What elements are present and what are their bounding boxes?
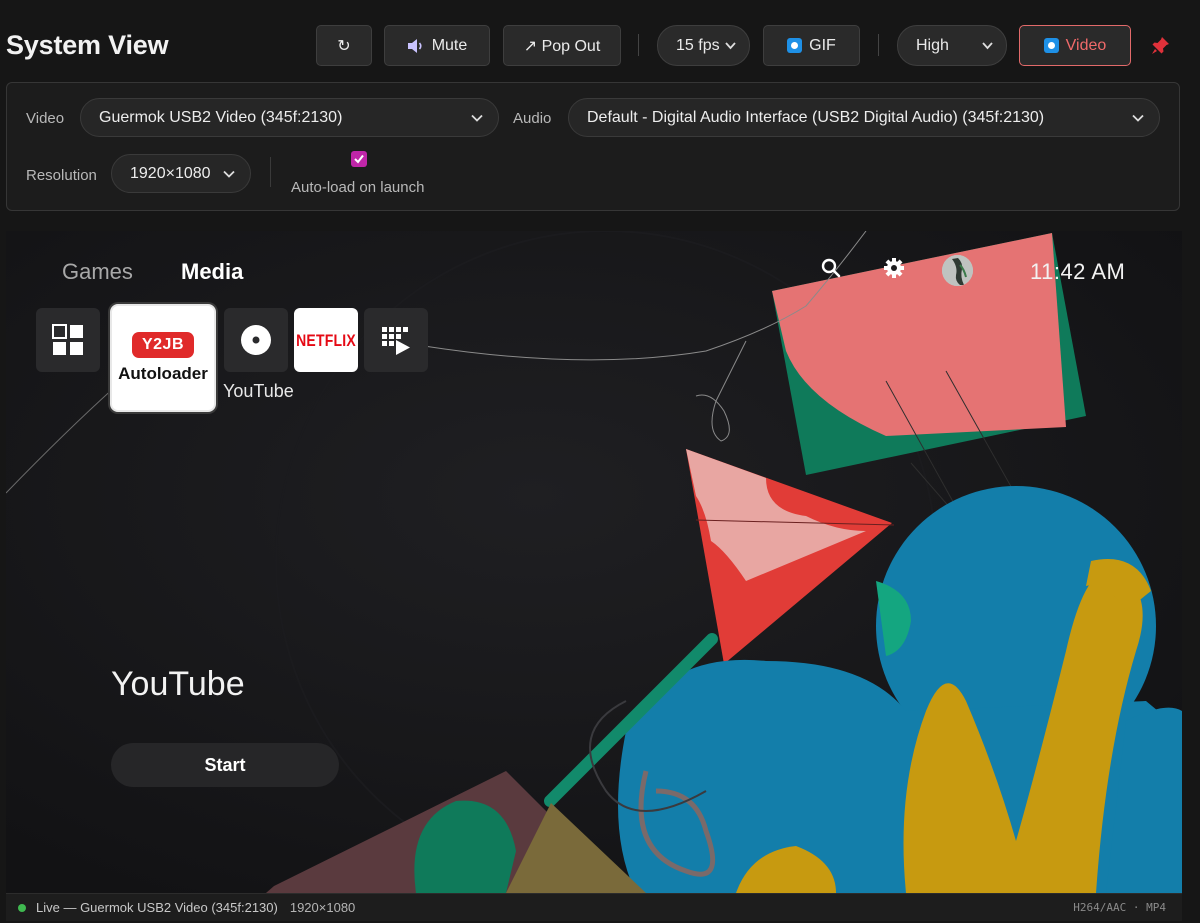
- app-title: System View: [6, 30, 169, 60]
- gif-record-button[interactable]: GIF: [763, 25, 860, 66]
- speaker-icon: [407, 38, 422, 53]
- tile-media-gallery[interactable]: [364, 308, 428, 372]
- stream-viewport[interactable]: Games Media 11:42 AM Y2JB Autoloader NET…: [6, 231, 1182, 893]
- video-device-select[interactable]: Guermok USB2 Video (345f:2130): [80, 98, 499, 137]
- gif-label: GIF: [809, 36, 836, 54]
- mute-label: Mute: [431, 36, 468, 54]
- start-button[interactable]: Start: [111, 743, 339, 787]
- pop-out-label: ↗ Pop Out: [523, 37, 601, 55]
- toolbar-divider: [638, 34, 639, 56]
- tab-games[interactable]: Games: [62, 259, 133, 285]
- quality-select[interactable]: High: [897, 25, 1007, 66]
- check-icon: [354, 154, 364, 164]
- chevron-down-icon: [1132, 114, 1144, 122]
- refresh-icon: ↻: [337, 37, 351, 55]
- resolution-value: 1920×1080: [130, 164, 211, 182]
- resolution-select[interactable]: 1920×1080: [111, 154, 251, 193]
- video-device-label: Video: [26, 110, 65, 127]
- clock: 11:42 AM: [1030, 259, 1126, 284]
- avatar[interactable]: [942, 255, 973, 286]
- video-label: Video: [1065, 36, 1107, 54]
- y2jb-badge: Y2JB: [131, 332, 195, 358]
- audio-device-label: Audio: [513, 110, 552, 127]
- chevron-down-icon: [982, 42, 993, 50]
- chevron-down-icon: [725, 42, 736, 50]
- record-icon: [1043, 38, 1059, 53]
- focused-tile-label: YouTube: [223, 381, 294, 401]
- y2jb-subtitle: Autoloader: [118, 364, 208, 383]
- resolution-label: Resolution: [26, 167, 97, 184]
- netflix-logo: NETFLIX: [296, 330, 356, 350]
- pop-out-button[interactable]: ↗ Pop Out: [503, 25, 621, 66]
- refresh-button[interactable]: ↻: [316, 25, 372, 66]
- video-device-value: Guermok USB2 Video (345f:2130): [99, 108, 343, 126]
- live-status-text: Live — Guermok USB2 Video (345f:2130): [36, 900, 278, 915]
- chevron-down-icon: [471, 114, 483, 122]
- panel-divider: [270, 157, 271, 187]
- pin-icon[interactable]: [1151, 35, 1171, 55]
- tile-netflix[interactable]: NETFLIX: [294, 308, 358, 372]
- tile-all-apps[interactable]: [36, 308, 100, 372]
- audio-device-value: Default - Digital Audio Interface (USB2 …: [587, 108, 1045, 126]
- tile-y2jb-autoloader[interactable]: Y2JB Autoloader: [110, 304, 216, 412]
- search-icon[interactable]: [820, 257, 842, 279]
- video-record-button[interactable]: Video: [1019, 25, 1131, 66]
- toolbar-divider: [878, 34, 879, 56]
- status-bar: Live — Guermok USB2 Video (345f:2130) 19…: [6, 893, 1182, 921]
- tab-media[interactable]: Media: [181, 259, 243, 285]
- status-resolution: 1920×1080: [289, 900, 356, 915]
- selected-app-title: YouTube: [111, 665, 245, 703]
- fps-select[interactable]: 15 fps: [657, 25, 750, 66]
- autoload-checkbox[interactable]: [351, 151, 367, 167]
- top-toolbar: System View ↻ Mute ↗ Pop Out 15 fps GIF …: [0, 0, 1200, 82]
- media-grid-icon: [382, 327, 410, 355]
- record-icon: [787, 38, 803, 53]
- gear-icon[interactable]: [883, 257, 905, 279]
- codec-info: H264/AAC · MP4: [1073, 901, 1166, 914]
- audio-device-select[interactable]: Default - Digital Audio Interface (USB2 …: [568, 98, 1160, 137]
- device-panel: Video Guermok USB2 Video (345f:2130) Aud…: [6, 82, 1180, 211]
- avatar-image: [942, 255, 973, 286]
- mute-button[interactable]: Mute: [384, 25, 490, 66]
- fps-value: 15 fps: [676, 36, 720, 54]
- live-indicator: [18, 903, 26, 912]
- tile-youtube[interactable]: [224, 308, 288, 372]
- chevron-down-icon: [223, 170, 235, 178]
- quality-value: High: [916, 36, 949, 54]
- autoload-label: Auto-load on launch: [291, 179, 425, 196]
- grid-icon: [52, 324, 83, 355]
- disc-icon: [241, 325, 271, 355]
